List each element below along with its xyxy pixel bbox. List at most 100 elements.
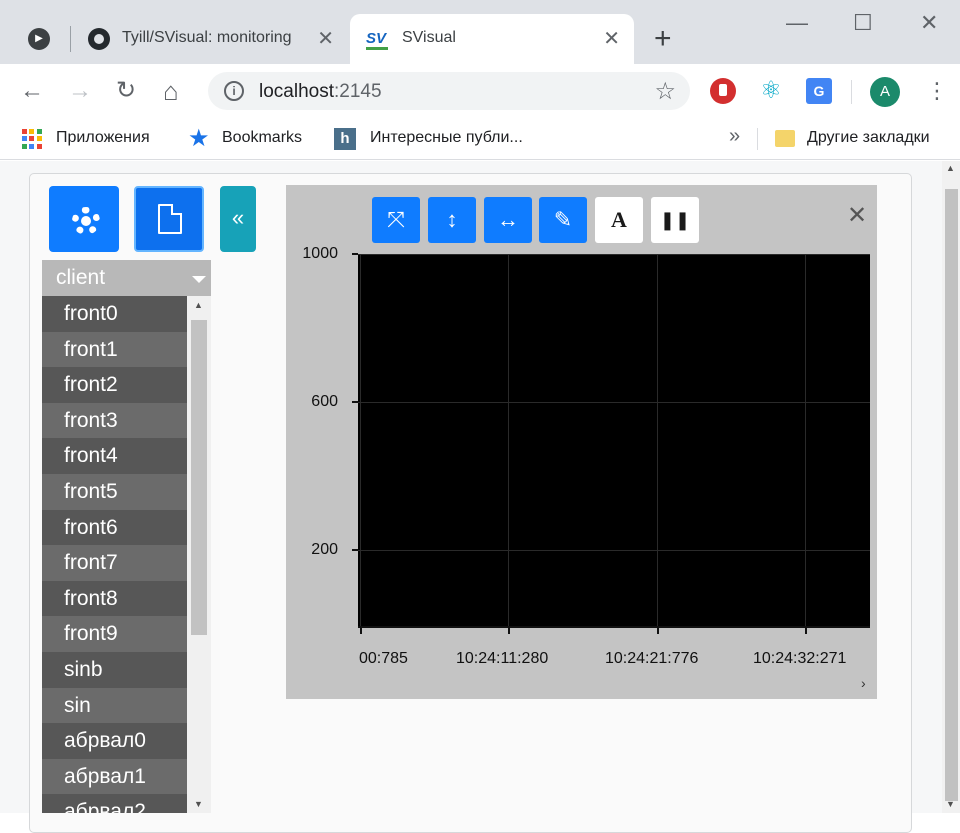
bookmark-star-icon[interactable]: ☆: [654, 77, 676, 106]
graph-panel: ⤧ ↕ ↔ ✎ A ❚❚ ✕ 1000 600 200 00:785 10:24:11…: [286, 185, 877, 699]
signal-list-item[interactable]: абрвал1: [42, 758, 187, 795]
signal-list: front0 front1 front2 front3 front4 front5 fron…: [42, 296, 187, 813]
bookmarks-overflow[interactable]: »: [729, 125, 740, 148]
browser-tab-svisual[interactable]: SV SVisual ✕: [350, 14, 634, 64]
signal-list-item[interactable]: front7: [42, 545, 187, 581]
module-select[interactable]: client: [42, 260, 211, 296]
y-tick-label: 600: [311, 393, 338, 410]
browser-tab-github[interactable]: Tyill/SVisual: monitoring ✕: [76, 14, 348, 64]
horizontal-resize-button[interactable]: ↔: [484, 197, 532, 243]
menu-kebab-icon[interactable]: ⋮: [926, 76, 948, 106]
x-axis-line: [358, 626, 870, 628]
profile-avatar[interactable]: A: [870, 77, 900, 107]
bookmark-bookmarks[interactable]: Bookmarks: [222, 129, 302, 147]
chevron-down-icon: [192, 276, 206, 283]
autosize-button[interactable]: ⤧: [372, 197, 420, 243]
vertical-resize-icon: ↕: [446, 207, 458, 232]
grid-line-horizontal: [358, 550, 870, 551]
scrollbar-thumb[interactable]: [191, 320, 207, 635]
star-icon: ★: [188, 125, 210, 152]
signal-list-item[interactable]: front6: [42, 509, 187, 546]
scroll-down-icon[interactable]: ▼: [946, 799, 955, 809]
grid-line-vertical: [508, 254, 509, 626]
bookmarks-separator: [757, 128, 758, 150]
browser-toolbar: ← → ↻ ⌂ i localhost:2145 ☆ ⚛ G A ⋮: [0, 64, 960, 120]
brush-button[interactable]: ✎: [539, 197, 587, 243]
vertical-resize-button[interactable]: ↕: [428, 197, 476, 243]
signal-list-item[interactable]: front9: [42, 616, 187, 652]
x-tick-mark: [508, 626, 510, 634]
signal-list-item[interactable]: sinb: [42, 651, 187, 688]
close-tab-icon[interactable]: ✕: [603, 26, 620, 51]
signal-list-item[interactable]: front3: [42, 402, 187, 439]
signal-list-item[interactable]: front4: [42, 438, 187, 474]
x-tick-mark: [360, 626, 362, 634]
new-tab-button[interactable]: +: [654, 24, 672, 54]
settings-icon: [72, 207, 100, 235]
signal-list-item[interactable]: абрвал2: [42, 794, 187, 813]
minimize-icon[interactable]: —: [786, 10, 808, 36]
signal-list-scrollbar[interactable]: ▲ ▼: [187, 296, 211, 813]
x-tick-label: 00:785: [359, 650, 408, 667]
bookmark-other[interactable]: Другие закладки: [807, 129, 930, 147]
scroll-down-icon[interactable]: ▼: [194, 799, 203, 809]
close-tab-icon[interactable]: ✕: [317, 26, 334, 51]
y-tick-mark: [352, 549, 358, 551]
y-tick-label: 1000: [302, 245, 338, 262]
scroll-up-icon[interactable]: ▲: [194, 300, 203, 310]
file-button[interactable]: [134, 186, 204, 252]
back-icon[interactable]: ←: [20, 76, 44, 106]
url-text: localhost:2145: [259, 81, 382, 103]
bookmarks-bar: Приложения Bookmarks Интересные публи...…: [0, 120, 960, 160]
window-close-icon[interactable]: ✕: [920, 10, 938, 36]
signal-list-item[interactable]: front0: [42, 296, 187, 332]
signal-list-item[interactable]: front2: [42, 367, 187, 403]
tab-separator: [70, 26, 71, 52]
translate-icon[interactable]: G: [806, 78, 832, 104]
scrollbar-thumb[interactable]: [945, 189, 958, 801]
bookmark-habr[interactable]: Интересные публи...: [370, 129, 523, 147]
chart-plot-area[interactable]: [358, 254, 870, 626]
home-icon[interactable]: ⌂: [163, 76, 179, 106]
grid-line-vertical: [360, 254, 361, 626]
settings-button[interactable]: [49, 186, 119, 252]
signal-list-item[interactable]: front1: [42, 331, 187, 368]
signal-list-item[interactable]: front8: [42, 580, 187, 617]
x-tick-mark: [805, 626, 807, 634]
tab-title: SVisual: [402, 29, 456, 46]
grid-line-horizontal: [358, 402, 870, 403]
forward-icon[interactable]: →: [68, 76, 92, 106]
font-button[interactable]: A: [595, 197, 643, 243]
chevron-right-icon[interactable]: ›: [861, 675, 866, 691]
reload-icon[interactable]: ↻: [116, 76, 136, 106]
media-play-icon[interactable]: ▶: [28, 28, 50, 50]
page-scrollbar[interactable]: ▲ ▼: [942, 161, 960, 813]
x-tick-mark: [657, 626, 659, 634]
address-bar[interactable]: i localhost:2145 ☆: [208, 72, 690, 110]
habr-icon: h: [334, 128, 356, 150]
close-graph-icon[interactable]: ✕: [847, 201, 867, 230]
bookmark-apps[interactable]: Приложения: [56, 129, 150, 147]
svisual-icon: SV: [366, 28, 388, 50]
collapse-panel-button[interactable]: «: [220, 186, 256, 252]
y-tick-mark: [352, 253, 358, 255]
y-tick-mark: [352, 401, 358, 403]
x-tick-label: 10:24:11:280: [456, 650, 549, 667]
info-icon[interactable]: i: [224, 81, 244, 101]
apps-grid-icon: [22, 129, 42, 149]
brush-icon: ✎: [553, 207, 573, 232]
x-tick-label: 10:24:32:271: [753, 650, 847, 667]
font-icon: A: [611, 207, 627, 232]
react-devtools-icon[interactable]: ⚛: [758, 78, 784, 104]
signal-list-item[interactable]: front5: [42, 473, 187, 510]
maximize-icon[interactable]: ☐: [853, 10, 873, 36]
signal-list-item[interactable]: абрвал0: [42, 723, 187, 759]
url-host: localhost: [259, 81, 334, 102]
browser-tabstrip: ▶ Tyill/SVisual: monitoring ✕ SV SVisual…: [0, 0, 960, 64]
signal-list-item[interactable]: sin: [42, 687, 187, 724]
horizontal-resize-icon: ↔: [497, 207, 519, 232]
url-port: :2145: [334, 81, 382, 102]
adblock-icon[interactable]: [710, 78, 736, 104]
scroll-up-icon[interactable]: ▲: [946, 163, 955, 173]
pause-button[interactable]: ❚❚: [651, 197, 699, 243]
